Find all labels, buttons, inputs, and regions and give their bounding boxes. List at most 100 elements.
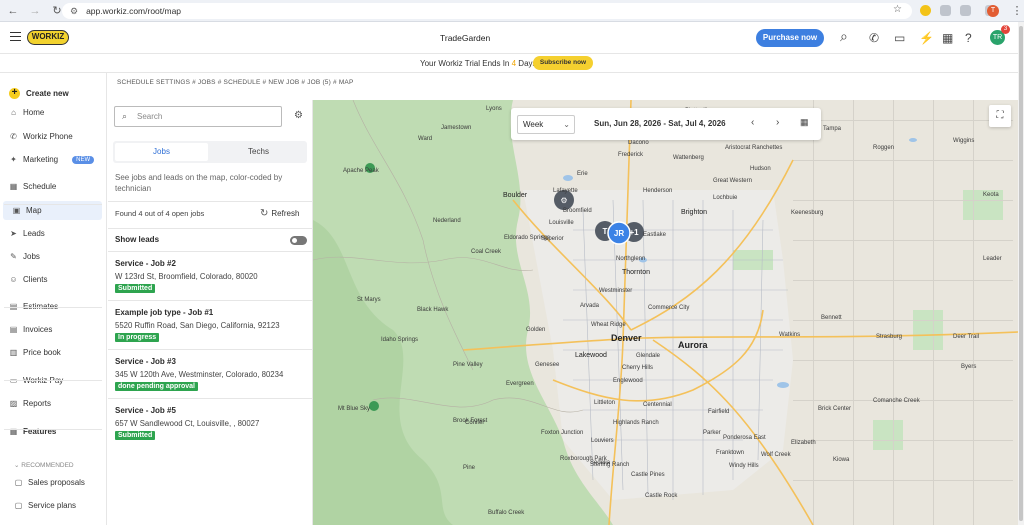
- tab-techs[interactable]: Techs: [212, 143, 305, 161]
- map-label-evergreen: Evergreen: [506, 381, 534, 387]
- job-list-item[interactable]: Service - Job #5 657 W Sandlewood Ct, Lou…: [108, 398, 313, 447]
- job-list-item[interactable]: Service - Job #2 W 123rd St, Broomfield, …: [108, 251, 313, 300]
- map-label-parker: Parker: [703, 430, 721, 436]
- map-label-bricksenter: Brick Center: [818, 406, 852, 412]
- map-label-brighton: Brighton: [681, 209, 708, 216]
- browser-menu-icon[interactable]: ⋮: [1008, 4, 1024, 17]
- forward-icon[interactable]: →: [26, 5, 44, 17]
- trial-days: 4: [511, 59, 517, 68]
- sidebar-item-label: Map: [26, 206, 42, 215]
- job-address: 345 W 120th Ave, Westminster, Colorado, …: [115, 370, 284, 379]
- sidebar-item-label: Invoices: [23, 325, 53, 334]
- sidebar-item-jobs[interactable]: ✎ Jobs: [0, 247, 106, 266]
- apps-grid-icon[interactable]: ▦: [942, 31, 953, 45]
- create-new-label: Create new: [26, 89, 69, 98]
- new-badge: NEW: [72, 155, 95, 164]
- sidebar-item-price-book[interactable]: ▥ Price book: [0, 343, 106, 362]
- site-info-icon[interactable]: ⚙: [70, 6, 78, 17]
- profile-avatar[interactable]: T: [987, 5, 999, 17]
- chat-icon[interactable]: ▭: [894, 31, 905, 45]
- sidebar-item-label: Workiz Phone: [23, 132, 73, 141]
- fullscreen-icon[interactable]: ⛶: [989, 105, 1011, 127]
- home-icon: ⌂: [11, 108, 16, 117]
- map-label-keenesburg: Keenesburg: [791, 210, 824, 216]
- search-icon: ⌕: [122, 111, 128, 121]
- avatar-initials: TR: [992, 34, 1003, 41]
- map-label-englewood: Englewood: [613, 378, 643, 384]
- search-input[interactable]: ⌕ Search: [114, 106, 282, 127]
- bookmark-star-icon[interactable]: ☆: [893, 4, 902, 15]
- refresh-label: Refresh: [271, 209, 300, 218]
- map-label-wiggins: Wiggins: [953, 138, 975, 144]
- found-count: Found 4 out of 4 open jobs: [115, 209, 205, 218]
- screenshot-extension-icon[interactable]: [940, 5, 951, 16]
- create-new-button[interactable]: + Create new: [9, 88, 69, 99]
- recommended-label: RECOMMENDED: [21, 462, 74, 469]
- sidebar-item-label: Jobs: [23, 252, 40, 261]
- marker-label: T: [603, 227, 608, 236]
- reports-icon: ▨: [9, 399, 18, 408]
- hamburger-menu-icon[interactable]: [10, 32, 21, 41]
- filter-settings-icon[interactable]: ⚙: [294, 110, 303, 121]
- tab-jobs[interactable]: Jobs: [115, 143, 208, 161]
- next-week-icon[interactable]: ›: [776, 117, 779, 128]
- refresh-button[interactable]: ↻ Refresh: [260, 208, 299, 219]
- view-select[interactable]: Week ⌄: [517, 115, 575, 134]
- sidebar-item-label: Sales proposals: [28, 478, 85, 487]
- park-marker-icon[interactable]: [369, 401, 379, 411]
- job-list-item[interactable]: Service - Job #3 345 W 120th Ave, Westmin…: [108, 349, 313, 398]
- help-icon[interactable]: ?: [965, 31, 972, 45]
- date-range-bar: Week ⌄ Sun, Jun 28, 2026 - Sat, Jul 4, 20…: [511, 108, 821, 140]
- url-bar[interactable]: ⚙ app.workiz.com/root/map: [62, 3, 912, 19]
- lightning-icon[interactable]: ⚡: [919, 31, 934, 45]
- map-label-byers: Byers: [961, 364, 977, 370]
- marker-label: +1: [629, 228, 639, 237]
- sidebar-item-label: Price book: [23, 348, 61, 357]
- sidebar-item-reports[interactable]: ▨ Reports: [0, 394, 106, 413]
- map-label-keota: Keota: [983, 192, 999, 198]
- map-label-ward: Ward: [418, 136, 433, 142]
- map-label-foxtonjunction: Foxton Junction: [541, 430, 584, 436]
- sidebar-item-home[interactable]: ⌂ Home: [0, 103, 106, 122]
- sidebar-item-invoices[interactable]: ▤ Invoices: [0, 320, 106, 339]
- subscribe-now-button[interactable]: Subscribe now: [533, 56, 593, 70]
- back-icon[interactable]: ←: [4, 5, 22, 17]
- prev-week-icon[interactable]: ‹: [751, 117, 754, 128]
- job-status-badge: done pending approval: [115, 382, 199, 391]
- page-scrollbar[interactable]: [1018, 22, 1024, 525]
- sidebar-item-workiz-phone[interactable]: ✆ Workiz Phone: [0, 127, 106, 146]
- sidebar-item-schedule[interactable]: ▦ Schedule: [0, 177, 106, 196]
- sidebar-item-label: Schedule: [23, 182, 57, 191]
- job-marker-jr[interactable]: JR: [607, 221, 631, 245]
- phone-icon[interactable]: ✆: [869, 31, 879, 45]
- map-label-aristocrat: Aristocrat Ranchettes: [725, 145, 783, 151]
- calendar-icon[interactable]: ▦: [800, 117, 809, 128]
- job-list-item[interactable]: Example job type - Job #1 5520 Ruffin Roa…: [108, 300, 313, 349]
- breadcrumb[interactable]: SCHEDULE SETTINGS # JOBS # SCHEDULE # NE…: [117, 79, 354, 86]
- price-book-icon: ▥: [9, 348, 18, 357]
- user-avatar[interactable]: TR 3: [990, 25, 1010, 45]
- sidebar-item-marketing[interactable]: ✦ Marketing NEW: [0, 150, 106, 169]
- sidebar-item-service-plans[interactable]: ▢ Service plans: [0, 496, 106, 515]
- sidebar: + Create new ⌂ Home ✆ Workiz Phone ✦ Marketin…: [0, 73, 107, 525]
- map-label-roggen: Roggen: [873, 145, 895, 151]
- sidebar-item-features[interactable]: ▦ Features: [0, 422, 106, 441]
- search-placeholder: Search: [137, 112, 163, 121]
- show-leads-toggle[interactable]: [290, 236, 307, 245]
- marker-label: JR: [614, 229, 624, 238]
- sidebar-item-sales-proposals[interactable]: ▢ Sales proposals: [0, 473, 106, 492]
- scrollbar-thumb[interactable]: [1019, 26, 1023, 521]
- sidebar-divider: [4, 380, 102, 381]
- extension-icon[interactable]: [920, 5, 931, 16]
- sidebar-item-label: Service plans: [28, 501, 77, 510]
- workiz-logo[interactable]: WORKIZ: [27, 30, 69, 45]
- purchase-now-button[interactable]: Purchase now: [756, 29, 824, 47]
- camera-extension-icon[interactable]: [960, 5, 971, 16]
- search-icon[interactable]: ⌕: [840, 28, 848, 45]
- sidebar-item-clients[interactable]: ☺ Clients: [0, 270, 106, 289]
- schedule-icon: ▦: [9, 182, 18, 191]
- map-label-lyons: Lyons: [486, 106, 502, 112]
- sidebar-item-leads[interactable]: ➤ Leads: [0, 224, 106, 243]
- map-label-golden: Golden: [526, 327, 546, 333]
- map-view[interactable]: T +1 JR ⚙ Denver Aurora Lakewood Boulder Bri…: [313, 100, 1018, 525]
